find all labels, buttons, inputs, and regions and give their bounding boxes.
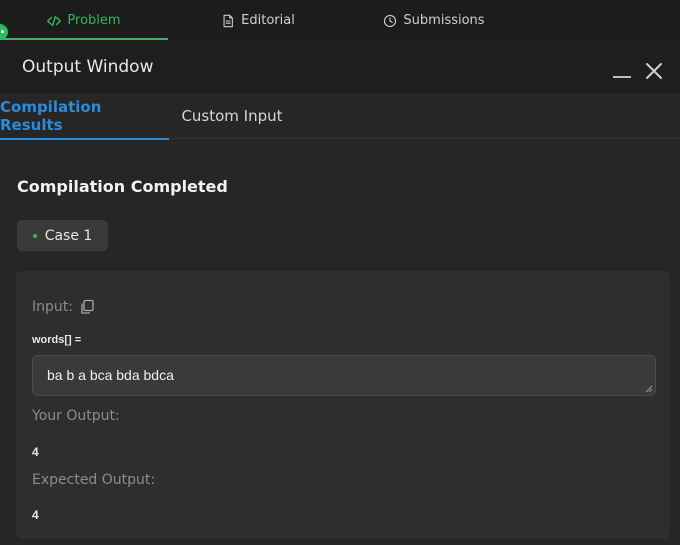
compilation-status: Compilation Completed xyxy=(17,177,228,196)
tab-editorial-label: Editorial xyxy=(241,13,295,28)
tab-submissions-label: Submissions xyxy=(403,13,485,28)
tab-custom-input[interactable]: Custom Input xyxy=(169,93,295,139)
output-window-title: Output Window xyxy=(22,57,154,77)
input-value-field[interactable] xyxy=(32,355,656,396)
subtab-active-underline xyxy=(0,138,169,140)
tab-submissions[interactable]: Submissions xyxy=(348,0,520,41)
expected-output-label: Expected Output: xyxy=(32,472,156,488)
tab-compilation-results-label: Compilation Results xyxy=(0,98,102,134)
case-1-button[interactable]: Case 1 xyxy=(17,220,108,251)
your-output-label: Your Output: xyxy=(32,408,120,424)
tab-problem[interactable]: Problem xyxy=(0,0,168,41)
case-label: Case 1 xyxy=(44,227,93,244)
expected-output-value: 4 xyxy=(32,508,39,522)
code-icon xyxy=(47,15,62,26)
your-output-value: 4 xyxy=(32,445,39,459)
input-label-row: Input: xyxy=(32,299,95,315)
tab-editorial[interactable]: Editorial xyxy=(168,0,348,41)
close-icon[interactable] xyxy=(643,60,665,82)
resize-handle-icon[interactable] xyxy=(645,385,653,393)
top-tab-bar: Problem Editorial Submissions xyxy=(0,0,680,41)
case-pass-dot xyxy=(32,233,37,238)
minimize-button[interactable] xyxy=(611,61,633,81)
variable-label: words[] = xyxy=(32,334,82,346)
tab-custom-input-label: Custom Input xyxy=(181,107,283,125)
tab-active-underline xyxy=(0,38,168,40)
copy-icon[interactable] xyxy=(79,299,95,315)
tab-problem-label: Problem xyxy=(67,13,121,28)
document-icon xyxy=(223,14,234,27)
clock-icon xyxy=(384,14,397,27)
output-subtabs: Compilation Results Custom Input xyxy=(0,93,680,140)
tab-compilation-results[interactable]: Compilation Results xyxy=(0,93,169,140)
case-detail-panel: Input: words[] = Your Output: 4 Expected… xyxy=(16,271,670,539)
input-label: Input: xyxy=(32,299,73,315)
output-window-header: Output Window xyxy=(0,41,680,93)
